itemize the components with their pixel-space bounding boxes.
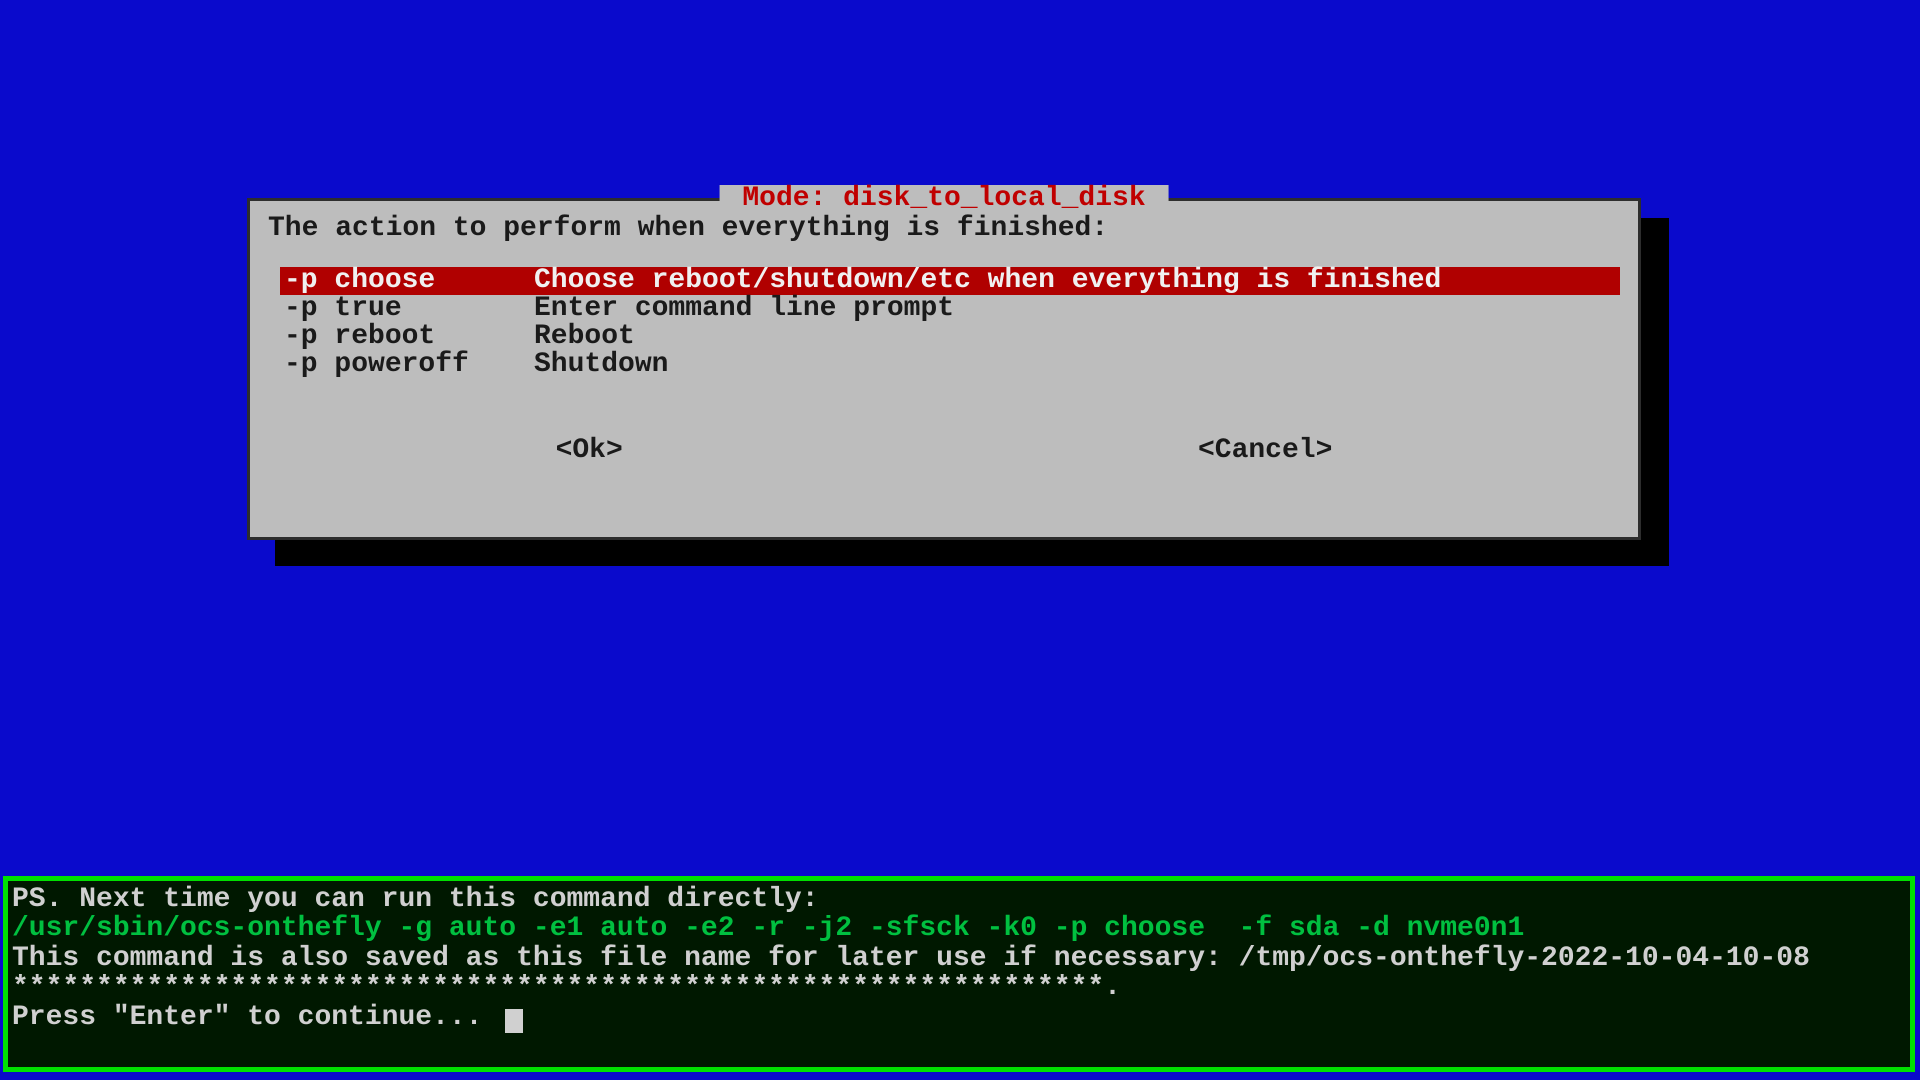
option-flag: -p poweroff [284,351,534,379]
option-flag: -p true [284,295,534,323]
option-flag: -p reboot [284,323,534,351]
options-menu[interactable]: -p choose Choose reboot/shutdown/etc whe… [280,267,1620,379]
option-p-reboot[interactable]: -p reboot Reboot [280,323,1620,351]
option-flag: -p choose [284,267,534,295]
cancel-button[interactable]: <Cancel> [1198,437,1332,465]
terminal-text: PS. Next time you can run this command d… [12,885,1906,1033]
term-line-saved: This command is also saved as this file … [12,943,1810,974]
term-line-ps: PS. Next time you can run this command d… [12,884,819,915]
term-line-cmd: /usr/sbin/ocs-onthefly -g auto -e1 auto … [12,913,1524,944]
option-p-true[interactable]: -p true Enter command line prompt [280,295,1620,323]
option-p-poweroff[interactable]: -p poweroff Shutdown [280,351,1620,379]
ok-button[interactable]: <Ok> [556,437,623,465]
option-p-choose[interactable]: -p choose Choose reboot/shutdown/etc whe… [280,267,1620,295]
term-line-press-enter: Press "Enter" to continue... [12,1002,499,1033]
mode-selection-dialog: Mode: disk_to_local_disk The action to p… [247,198,1641,540]
dialog-buttons: <Ok> <Cancel> [268,437,1620,465]
term-line-sep: ****************************************… [12,972,1121,1003]
terminal-output: PS. Next time you can run this command d… [3,876,1915,1072]
cursor-icon [505,1009,523,1033]
option-desc: Choose reboot/shutdown/etc when everythi… [534,267,1616,295]
option-desc: Reboot [534,323,1616,351]
option-desc: Shutdown [534,351,1616,379]
dialog-prompt: The action to perform when everything is… [268,215,1620,243]
option-desc: Enter command line prompt [534,295,1616,323]
dialog-title-row: Mode: disk_to_local_disk [268,185,1620,215]
dialog-title: Mode: disk_to_local_disk [720,185,1169,213]
